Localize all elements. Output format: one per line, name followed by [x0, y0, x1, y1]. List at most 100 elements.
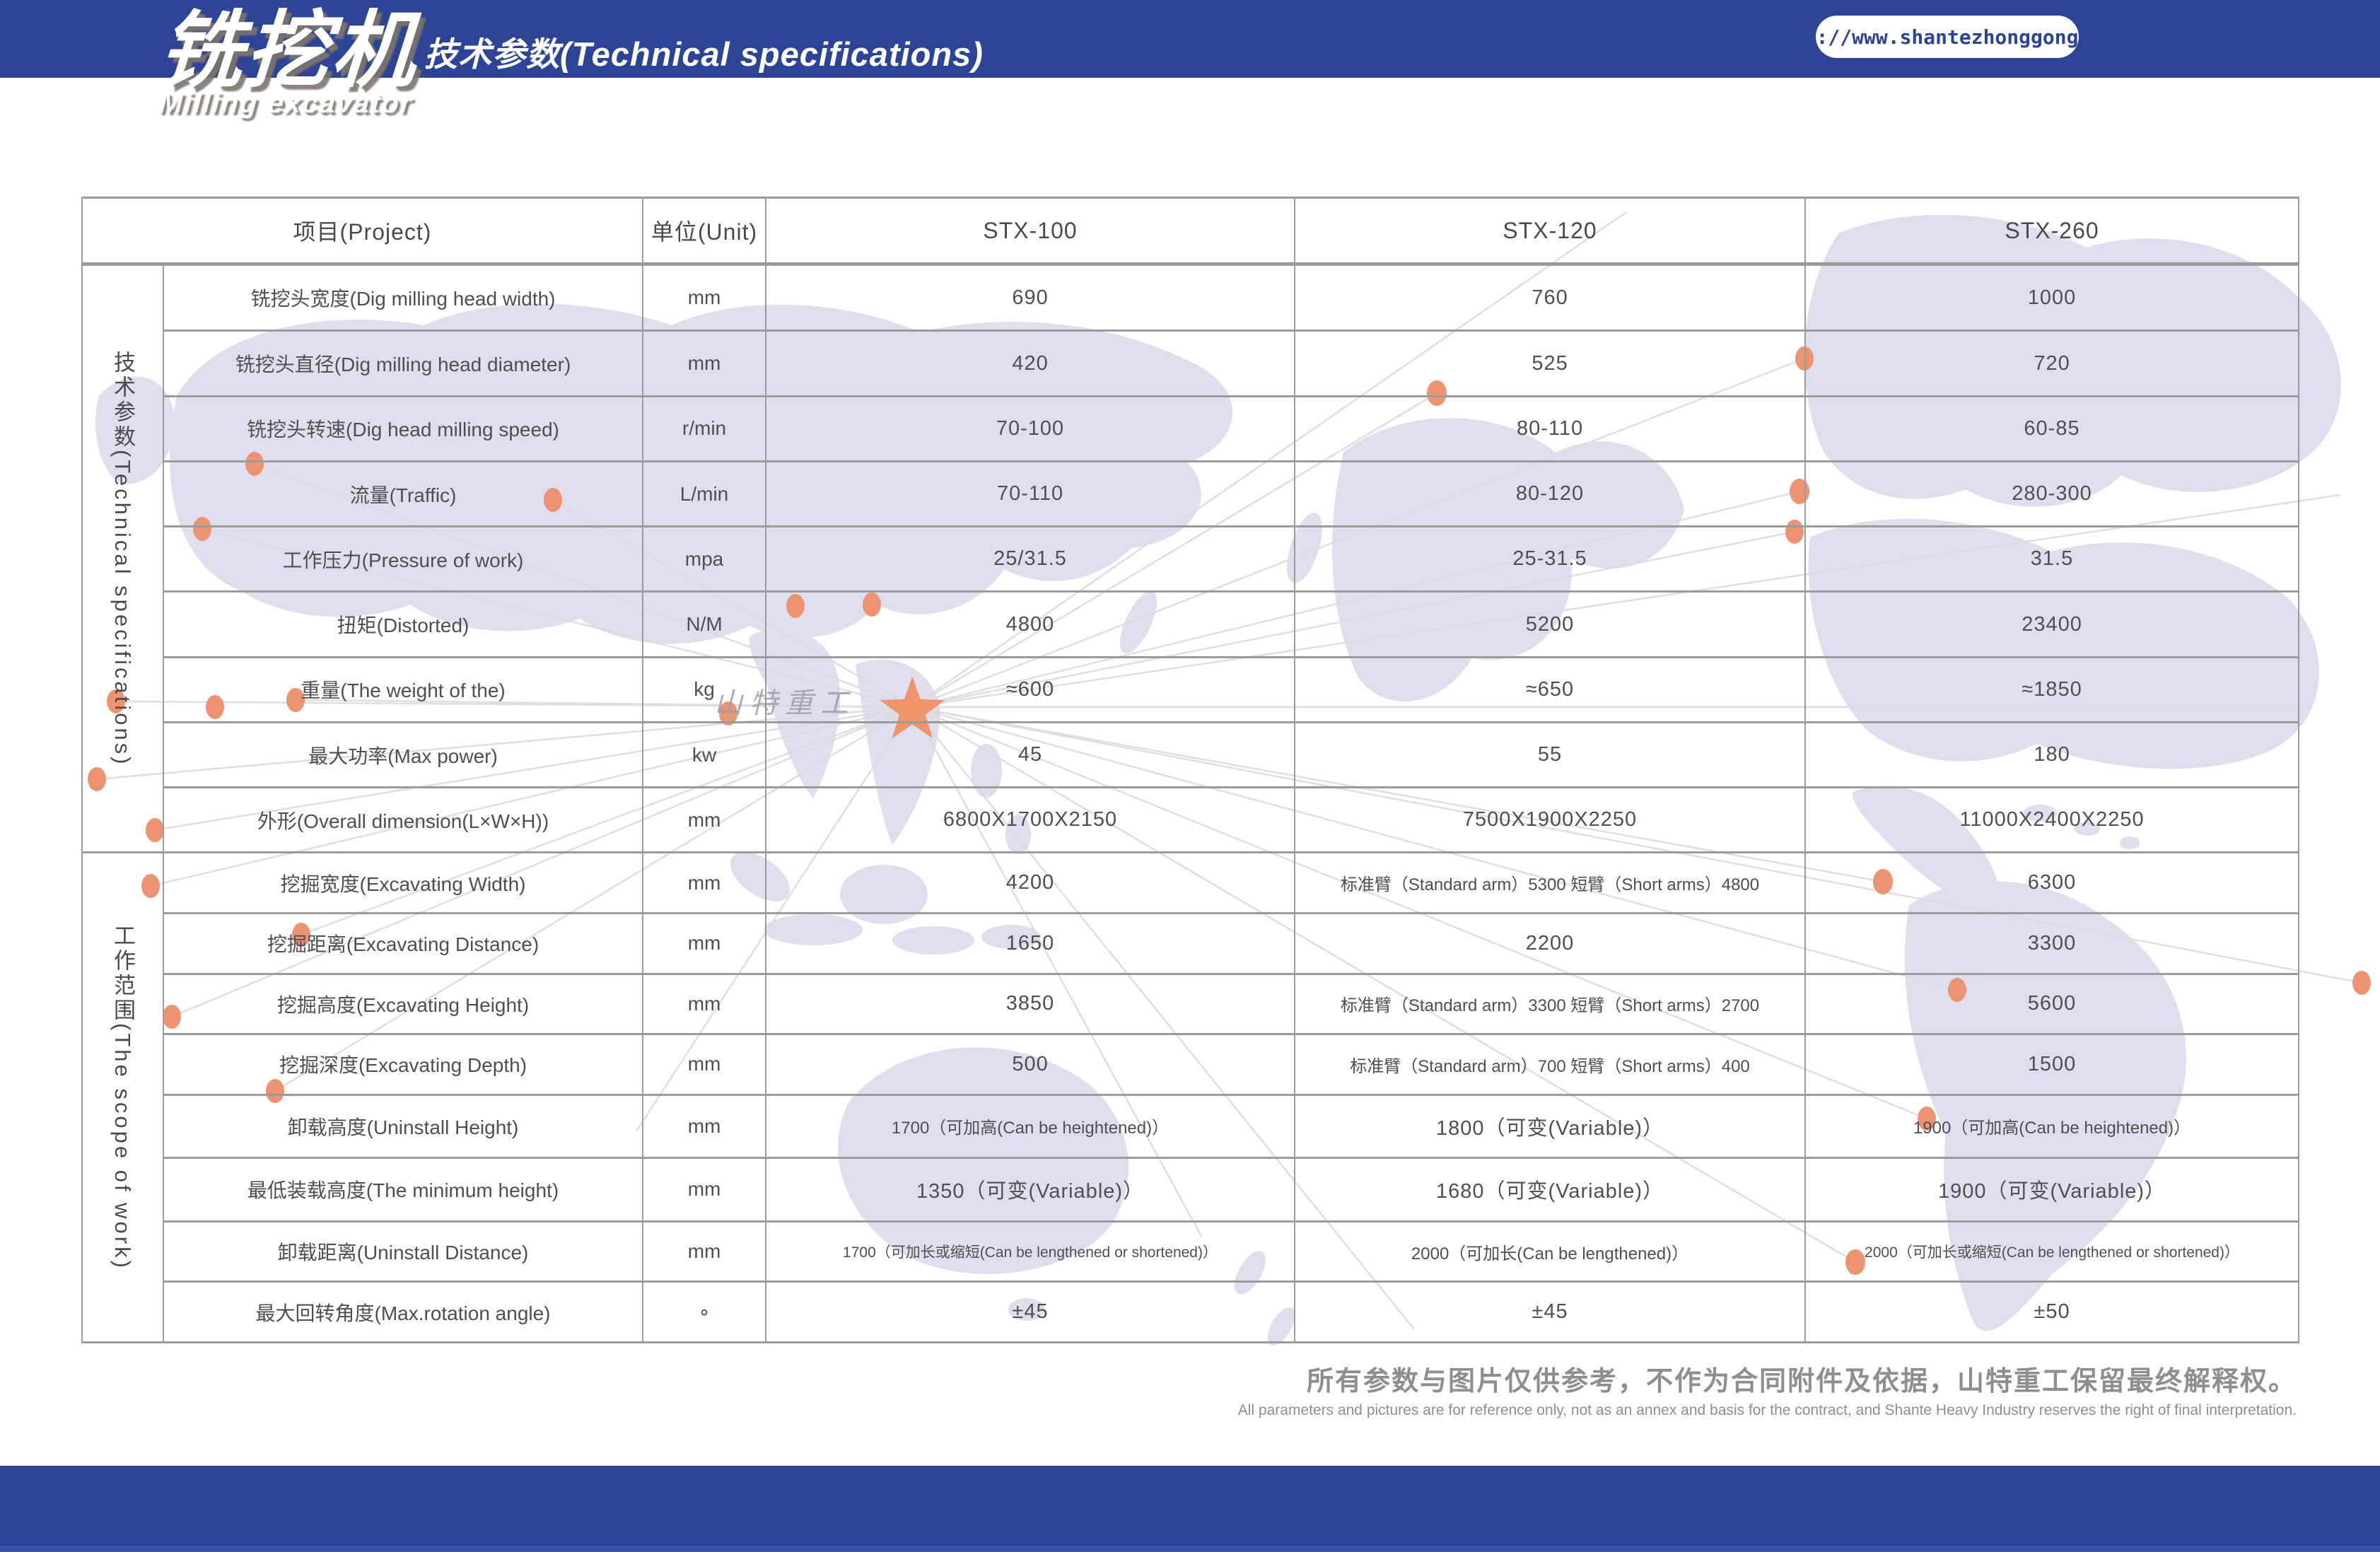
spec-table: 项目(Project) 单位(Unit) STX-100 STX-120 STX…	[81, 197, 2299, 1343]
value-stx100: ±45	[766, 1282, 1295, 1343]
row-unit: L/min	[643, 461, 766, 526]
value-stx100: 25/31.5	[766, 527, 1295, 592]
table-row: 工作范围(The scope of work)挖掘宽度(Excavating W…	[82, 853, 2299, 914]
row-unit: mm	[643, 331, 766, 396]
value-stx120: 25-31.5	[1295, 527, 1805, 592]
value-stx260: 1900（可变(Variable)）	[1805, 1158, 2299, 1222]
value-stx120: 525	[1295, 331, 1805, 396]
value-stx260: 2000（可加长或缩短(Can be lengthened or shorten…	[1805, 1221, 2299, 1282]
value-stx120: 标准臂（Standard arm）5300 短臂（Short arms）4800	[1295, 853, 1805, 914]
value-stx100: 690	[766, 264, 1295, 331]
row-label: 卸载高度(Uninstall Height)	[163, 1095, 643, 1158]
table-row: 技术参数(Technical specifications)铣挖头宽度(Dig …	[82, 264, 2299, 331]
row-label: 工作压力(Pressure of work)	[163, 527, 643, 592]
table-row: 最低装载高度(The minimum height)mm1350（可变(Vari…	[82, 1158, 2299, 1222]
row-unit: mpa	[643, 527, 766, 592]
website-url-pill[interactable]: Http://www.shantezhonggong.com	[1816, 16, 2079, 58]
value-stx120: 标准臂（Standard arm）700 短臂（Short arms）400	[1295, 1034, 1805, 1095]
table-row: 扭矩(Distorted)N/M4800520023400	[82, 592, 2299, 657]
table-row: 挖掘距离(Excavating Distance)mm165022003300	[82, 913, 2299, 974]
value-stx120: 2200	[1295, 913, 1805, 974]
table-row: 最大回转角度(Max.rotation angle)∘±45±45±50	[82, 1282, 2299, 1343]
row-label: 铣挖头转速(Dig head milling speed)	[163, 396, 643, 461]
row-label: 最大功率(Max power)	[163, 722, 643, 787]
row-unit: mm	[643, 853, 766, 914]
row-group-label: 工作范围(The scope of work)	[82, 853, 163, 1343]
value-stx120: 1680（可变(Variable)）	[1295, 1158, 1805, 1222]
value-stx260: 5600	[1805, 974, 2299, 1034]
logo-cn-text: 铣挖机	[156, 6, 421, 98]
value-stx120: 5200	[1295, 592, 1805, 657]
bottom-accent-strip	[0, 1546, 2380, 1552]
value-stx100: 3850	[766, 974, 1295, 1034]
col-header-stx260: STX-260	[1805, 198, 2299, 264]
value-stx120: 80-110	[1295, 396, 1805, 461]
row-label: 挖掘宽度(Excavating Width)	[163, 853, 643, 914]
table-row: 挖掘深度(Excavating Depth)mm500标准臂（Standard …	[82, 1034, 2299, 1095]
value-stx100: 70-100	[766, 396, 1295, 461]
row-label: 铣挖头宽度(Dig milling head width)	[163, 264, 643, 331]
row-unit: mm	[643, 974, 766, 1034]
table-row: 工作压力(Pressure of work)mpa25/31.525-31.53…	[82, 527, 2299, 592]
row-unit: mm	[643, 788, 766, 853]
row-label: 流量(Traffic)	[163, 461, 643, 526]
col-header-project: 项目(Project)	[82, 198, 643, 264]
value-stx100: 4800	[766, 592, 1295, 657]
logo-en-text: Milling excavator	[158, 88, 419, 119]
row-unit: kw	[643, 722, 766, 787]
value-stx260: 1500	[1805, 1034, 2299, 1095]
row-label: 卸载距离(Uninstall Distance)	[163, 1221, 643, 1282]
value-stx100: 1650	[766, 913, 1295, 974]
disclaimer-en: All parameters and pictures are for refe…	[1095, 1402, 2297, 1419]
page-title: 技术参数(Technical specifications)	[424, 27, 984, 76]
disclaimer-cn: 所有参数与图片仅供参考，不作为合同附件及依据，山特重工保留最终解释权。	[1095, 1359, 2297, 1398]
value-stx260: 280-300	[1805, 461, 2299, 526]
row-label: 扭矩(Distorted)	[163, 592, 643, 657]
row-group-label: 技术参数(Technical specifications)	[82, 264, 163, 853]
value-stx100: 70-110	[766, 461, 1295, 526]
row-unit: ∘	[643, 1282, 766, 1343]
table-header-row: 项目(Project) 单位(Unit) STX-100 STX-120 STX…	[82, 198, 2299, 264]
value-stx100: 1350（可变(Variable)）	[766, 1158, 1295, 1222]
row-unit: mm	[643, 1221, 766, 1282]
row-label: 重量(The weight of the)	[163, 657, 643, 722]
value-stx260: 720	[1805, 331, 2299, 396]
row-unit: mm	[643, 1034, 766, 1095]
row-unit: mm	[643, 264, 766, 331]
value-stx120: 标准臂（Standard arm）3300 短臂（Short arms）2700	[1295, 974, 1805, 1034]
value-stx120: 2000（可加长(Can be lengthened)）	[1295, 1221, 1805, 1282]
website-url[interactable]: Http://www.shantezhonggong.com	[1768, 25, 2126, 49]
value-stx100: 6800X1700X2150	[766, 788, 1295, 853]
value-stx120: ≈650	[1295, 657, 1805, 722]
row-unit: N/M	[643, 592, 766, 657]
table-row: 铣挖头直径(Dig milling head diameter)mm420525…	[82, 331, 2299, 396]
row-label: 挖掘深度(Excavating Depth)	[163, 1034, 643, 1095]
row-unit: kg	[643, 657, 766, 722]
value-stx100: 4200	[766, 853, 1295, 914]
value-stx260: ±50	[1805, 1282, 2299, 1343]
value-stx120: 55	[1295, 722, 1805, 787]
row-unit: mm	[643, 913, 766, 974]
value-stx260: ≈1850	[1805, 657, 2299, 722]
value-stx120: 1800（可变(Variable)）	[1295, 1095, 1805, 1158]
value-stx100: 1700（可加高(Can be heightened)）	[766, 1095, 1295, 1158]
value-stx120: 7500X1900X2250	[1295, 788, 1805, 853]
col-header-stx100: STX-100	[766, 198, 1295, 264]
table-row: 挖掘高度(Excavating Height)mm3850标准臂（Standar…	[82, 974, 2299, 1034]
value-stx120: ±45	[1295, 1282, 1805, 1343]
row-label: 铣挖头直径(Dig milling head diameter)	[163, 331, 643, 396]
row-label: 最低装载高度(The minimum height)	[163, 1158, 643, 1222]
value-stx260: 6300	[1805, 853, 2299, 914]
value-stx120: 760	[1295, 264, 1805, 331]
table-row: 卸载高度(Uninstall Height)mm1700（可加高(Can be …	[82, 1095, 2299, 1158]
disclaimer: 所有参数与图片仅供参考，不作为合同附件及依据，山特重工保留最终解释权。 All …	[1095, 1359, 2297, 1419]
col-header-unit: 单位(Unit)	[643, 198, 766, 264]
value-stx260: 60-85	[1805, 396, 2299, 461]
table-row: 铣挖头转速(Dig head milling speed)r/min70-100…	[82, 396, 2299, 461]
row-unit: mm	[643, 1158, 766, 1222]
value-stx120: 80-120	[1295, 461, 1805, 526]
row-label: 挖掘距离(Excavating Distance)	[163, 913, 643, 974]
table-row: 外形(Overall dimension(L×W×H))mm6800X1700X…	[82, 788, 2299, 853]
logo: 铣挖机 Milling excavator	[159, 6, 418, 119]
value-stx100: 1700（可加长或缩短(Can be lengthened or shorten…	[766, 1221, 1295, 1282]
